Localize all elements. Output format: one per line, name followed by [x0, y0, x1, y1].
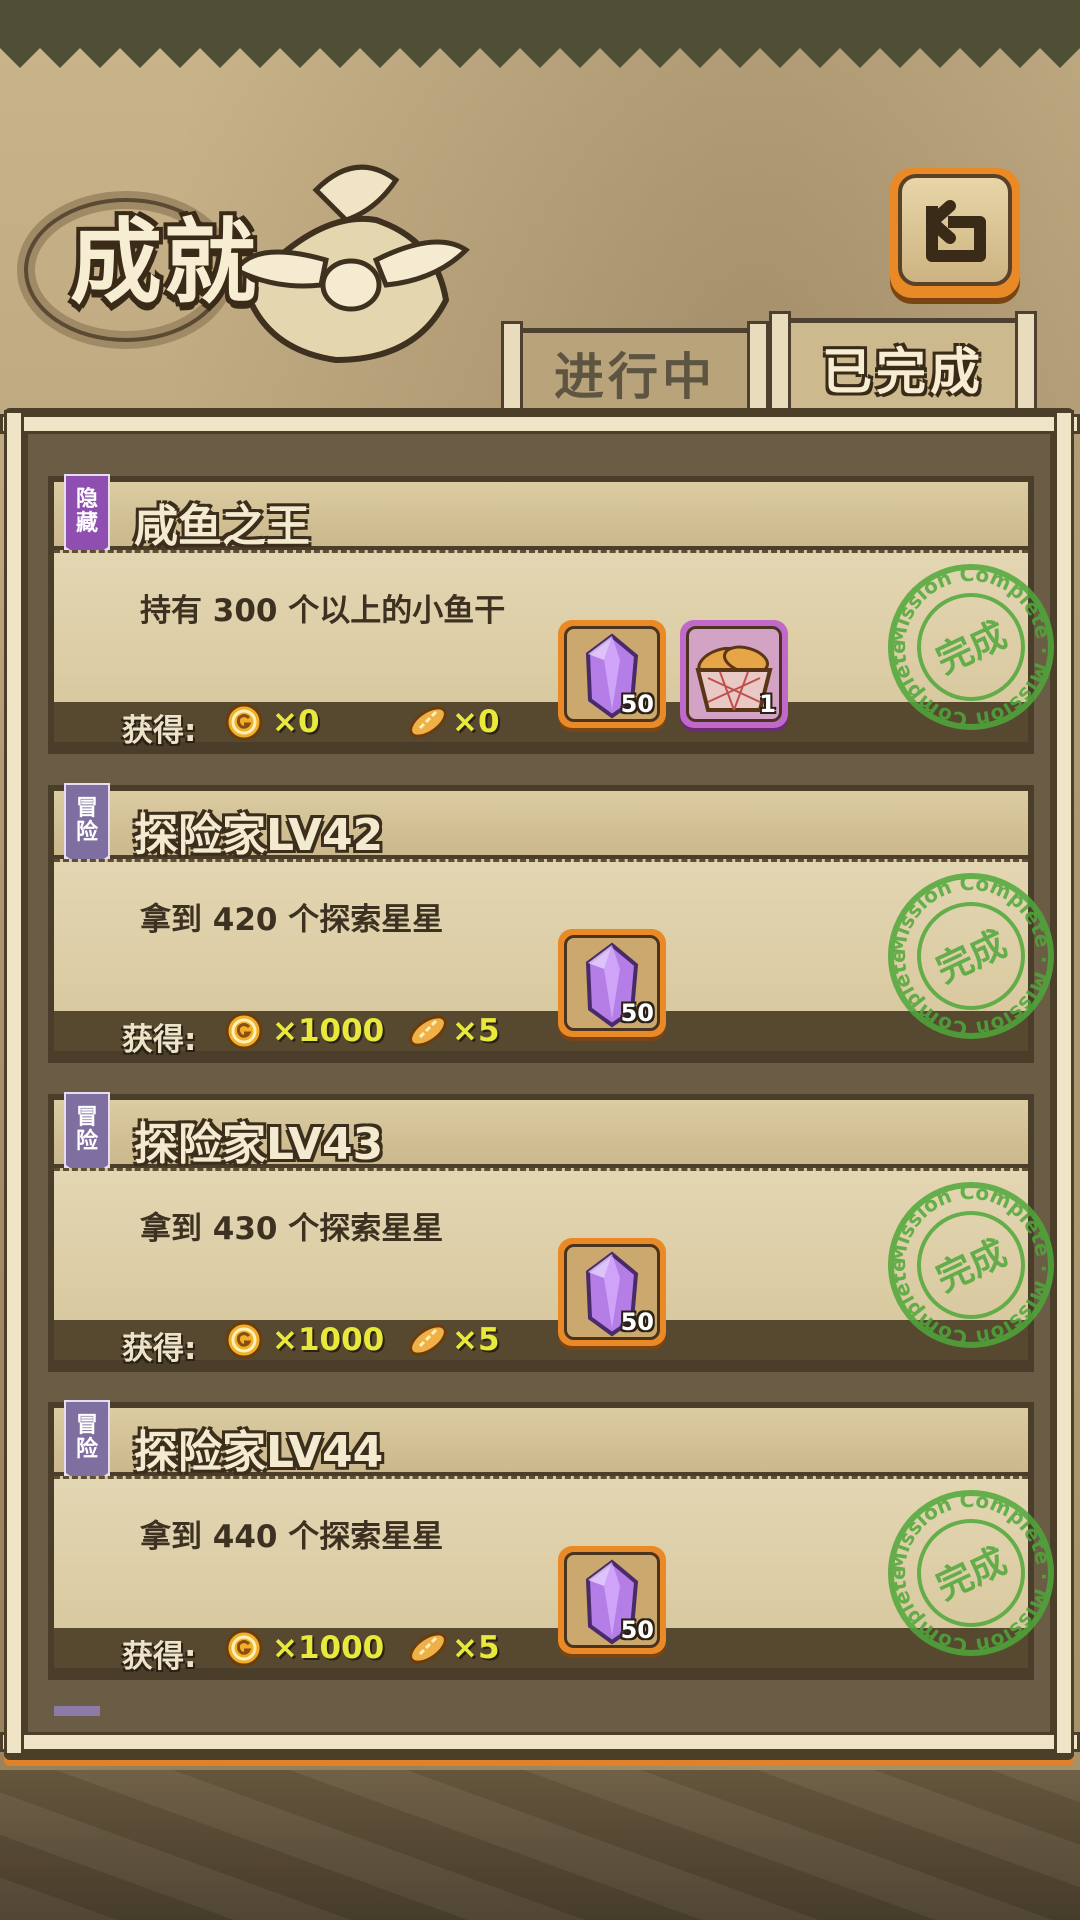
- reward-quantity: 50: [620, 999, 654, 1027]
- mission-complete-stamp: Mission Complete · Mission Complete 完成: [886, 1180, 1056, 1350]
- panel-rail-bottom: [0, 1732, 1080, 1752]
- mission-complete-stamp: Mission Complete · Mission Complete 完成: [886, 1488, 1056, 1658]
- achievement-badge: 冒险: [75, 796, 98, 845]
- svg-text:完成: 完成: [930, 1233, 1013, 1301]
- achievement-body: 拿到 420 个探索星星: [54, 859, 1028, 1012]
- reward-item[interactable]: 50: [558, 1546, 666, 1654]
- achievement-body: 拿到 430 个探索星星: [54, 1168, 1028, 1321]
- achievement-title: 探险家LV43: [134, 1119, 384, 1170]
- achievement-title: 咸鱼之王: [134, 501, 310, 552]
- reward-item[interactable]: 1: [680, 620, 788, 728]
- gain-label: 获得:: [122, 1331, 197, 1367]
- achievement-card[interactable]: 隐藏 咸鱼之王 持有 300 个以上的小鱼干 获得: ×0 ×0 Mission…: [48, 474, 1056, 754]
- achievement-title: 探险家LV42: [134, 810, 384, 861]
- gold-coin-icon: [225, 1629, 263, 1667]
- svg-text:完成: 完成: [930, 615, 1013, 683]
- svg-text:完成: 完成: [930, 924, 1013, 992]
- tab-in-progress[interactable]: 进行中: [501, 321, 769, 439]
- achievement-card[interactable]: 冒险 探险家LV43 拿到 430 个探索星星 获得: ×1000 ×5 Mis…: [48, 1092, 1056, 1372]
- achievement-description: 拿到 430 个探索星星: [140, 1211, 444, 1247]
- bread-icon: [409, 1015, 447, 1047]
- tab-completed-label: 已完成: [822, 343, 984, 401]
- achievement-header: 冒险 探险家LV43: [54, 1092, 1028, 1182]
- tab-in-progress-label: 进行中: [554, 348, 716, 406]
- gain-label: 获得:: [122, 1022, 197, 1058]
- reward-quantity: 50: [620, 690, 654, 718]
- achievement-badge: 冒险: [75, 1105, 98, 1154]
- bread-amount: ×0: [452, 704, 500, 740]
- coin-amount: ×1000: [272, 1013, 385, 1049]
- zigzag-border: [0, 38, 1080, 68]
- reward-quantity: 50: [620, 1308, 654, 1336]
- gain-label: 获得:: [122, 713, 197, 749]
- svg-text:完成: 完成: [930, 1541, 1013, 1609]
- gold-coin-icon: [225, 703, 263, 741]
- bread-amount: ×5: [452, 1013, 500, 1049]
- coin-amount: ×1000: [272, 1322, 385, 1358]
- mission-complete-stamp: Mission Complete · Mission Complete 完成: [886, 562, 1056, 732]
- mission-complete-stamp: Mission Complete · Mission Complete 完成: [886, 871, 1056, 1041]
- achievement-gains: 获得: ×1000 ×5: [54, 1011, 1028, 1058]
- bread-amount: ×5: [452, 1630, 500, 1666]
- reward-item[interactable]: 50: [558, 929, 666, 1037]
- reward-quantity: 1: [759, 690, 776, 718]
- gold-coin-icon: [225, 1012, 263, 1050]
- panel-rail-left: [4, 410, 24, 1756]
- coin-amount: ×0: [272, 704, 320, 740]
- achievement-gains: 获得: ×0 ×0: [54, 702, 1028, 749]
- achievement-title: 探险家LV44: [134, 1427, 384, 1478]
- reward-item[interactable]: 50: [558, 1238, 666, 1346]
- gold-coin-icon: [225, 1321, 263, 1359]
- achievement-gains: 获得: ×1000 ×5: [54, 1320, 1028, 1367]
- reward-quantity: 50: [620, 1616, 654, 1644]
- achievement-body: 持有 300 个以上的小鱼干: [54, 550, 1028, 703]
- bread-amount: ×5: [452, 1322, 500, 1358]
- achievement-description: 持有 300 个以上的小鱼干: [140, 593, 506, 629]
- achievement-badge: 隐藏: [75, 487, 98, 536]
- achievement-card[interactable]: 冒险 探险家LV42 拿到 420 个探索星星 获得: ×1000 ×5 Mis…: [48, 783, 1056, 1063]
- bread-icon: [409, 1632, 447, 1664]
- achievement-header: 冒险 探险家LV42: [54, 783, 1028, 873]
- screen-title: 成就: [70, 208, 259, 316]
- achievement-card[interactable]: 冒险 探险家LV44 拿到 440 个探索星星 获得: ×1000 ×5 Mis…: [48, 1400, 1056, 1680]
- reward-item[interactable]: 50: [558, 620, 666, 728]
- bottom-border: [0, 1770, 1080, 1920]
- panel-rail-top: [0, 414, 1080, 434]
- achievement-header: 冒险 探险家LV44: [54, 1400, 1028, 1490]
- back-button[interactable]: [890, 168, 1020, 298]
- gain-label: 获得:: [122, 1639, 197, 1675]
- achievement-body: 拿到 440 个探索星星: [54, 1476, 1028, 1629]
- achievement-description: 拿到 420 个探索星星: [140, 902, 444, 938]
- panel-rail-right: [1054, 410, 1074, 1756]
- bread-icon: [409, 1324, 447, 1356]
- achievement-description: 拿到 440 个探索星星: [140, 1519, 444, 1555]
- achievement-header: 隐藏 咸鱼之王: [54, 474, 1028, 564]
- bread-icon: [409, 706, 447, 738]
- coin-amount: ×1000: [272, 1630, 385, 1666]
- achievement-gains: 获得: ×1000 ×5: [54, 1628, 1028, 1675]
- tab-completed[interactable]: 已完成: [769, 311, 1037, 429]
- return-arrow-icon: [926, 200, 986, 262]
- top-border: [0, 0, 1080, 40]
- next-card-badge: [54, 1706, 100, 1716]
- achievement-badge: 冒险: [75, 1413, 98, 1462]
